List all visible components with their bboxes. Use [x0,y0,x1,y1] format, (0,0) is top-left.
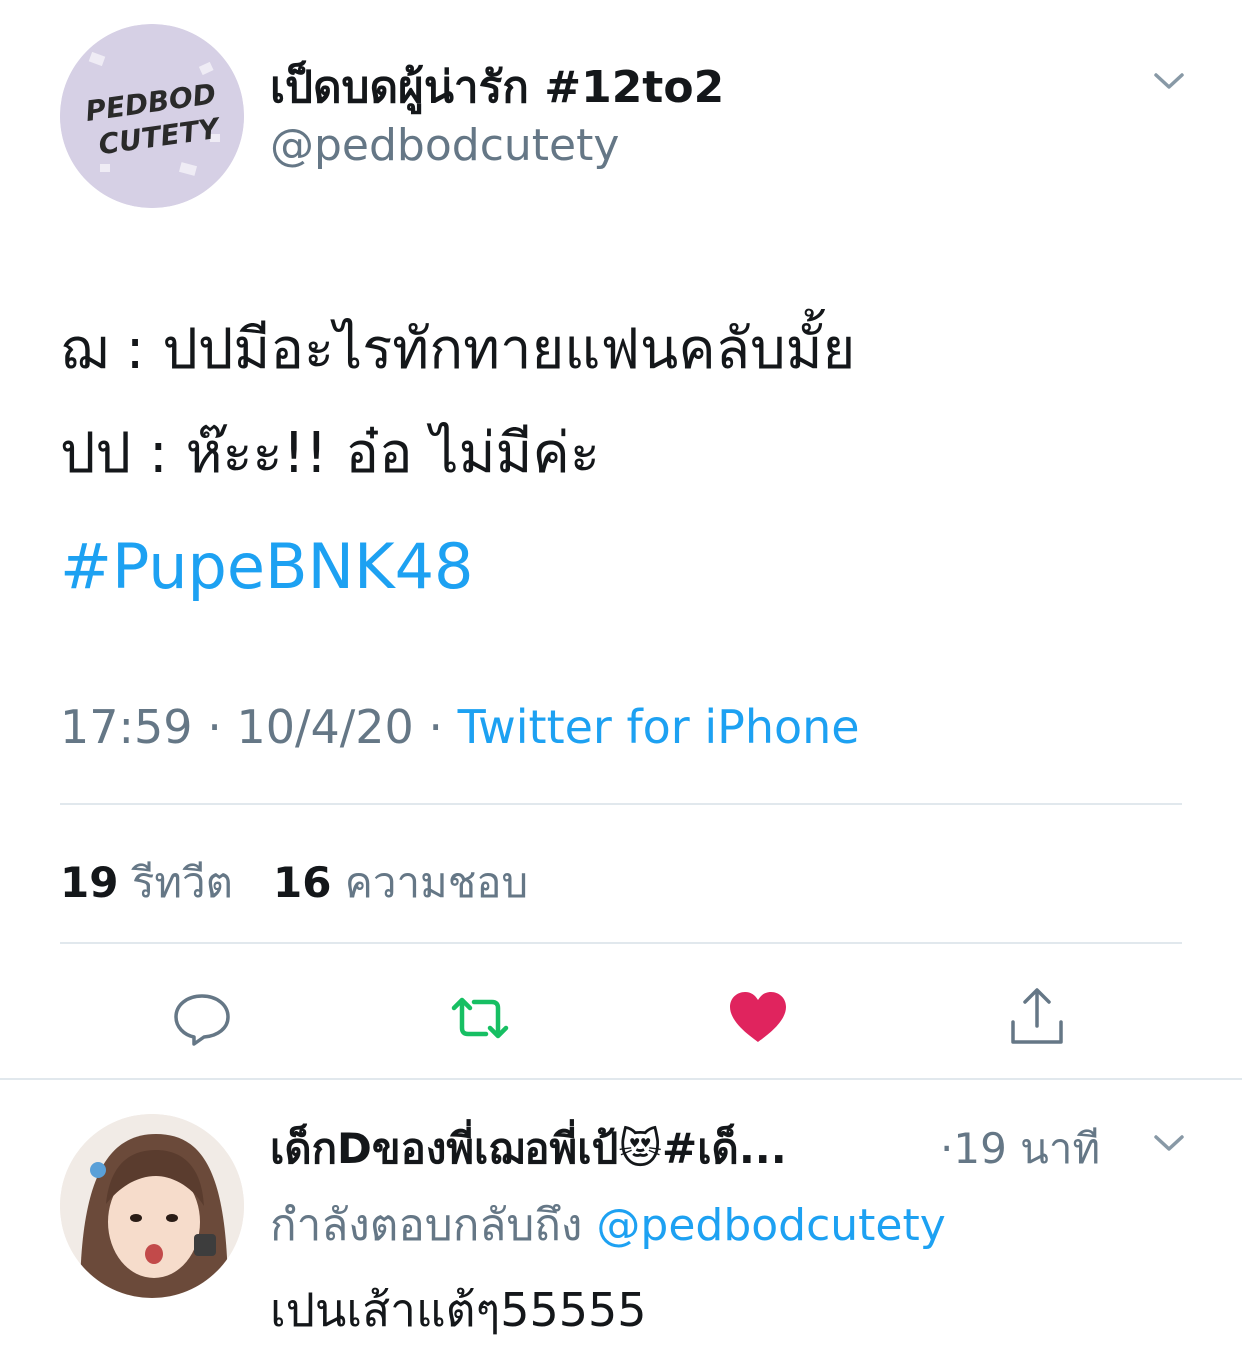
author-display-name[interactable]: เป็ดบดผู้น่ารัก #12to2 [270,52,724,122]
separator: · [428,700,444,754]
separator: · [207,700,222,754]
share-icon[interactable] [1005,986,1069,1050]
reply-author-avatar[interactable] [60,1114,244,1298]
tweet-text: ฌ : ปปมีอะไรทักทายแฟนคลับมั้ย ปป : ห๊ะะ!… [60,298,855,506]
tweet-stats: 19 รีทวีต 16 ความชอบ [60,850,528,916]
tweet-source-link[interactable]: Twitter for iPhone [458,700,860,754]
tweet-text-line: ปป : ห๊ะะ!! อ๋อ ไม่มีค่ะ [60,421,600,486]
tweet-time: 17:59 [60,700,193,754]
reply-timestamp: ·19 นาที [940,1124,1101,1173]
likes-count: 16 [272,858,332,907]
replying-to: กำลังตอบกลับถึง @pedbodcutety [270,1190,946,1260]
retweets-count: 19 [60,858,119,907]
author-avatar[interactable]: PEDBOD CUTETY [60,24,244,208]
retweet-icon[interactable] [448,986,512,1050]
speech-bubble-icon[interactable] [170,986,234,1050]
divider [60,942,1182,944]
retweets-stat[interactable]: 19 รีทวีต [60,858,246,907]
chevron-down-icon[interactable] [1150,1124,1188,1162]
author-handle[interactable]: @pedbodcutety [270,120,619,171]
avatar-photo [60,1114,244,1298]
reply-text: เปนเส้าแต้ๆ55555 [270,1283,647,1337]
tweet-text-line: ฌ : ปปมีอะไรทักทายแฟนคลับมั้ย [60,317,856,382]
tweet-metadata: 17:59 · 10/4/20 · Twitter for iPhone [60,700,860,754]
pedbod-logo: PEDBOD CUTETY [60,24,244,208]
likes-stat[interactable]: 16 ความชอบ [273,858,528,907]
chevron-down-icon[interactable] [1150,62,1188,100]
retweets-label: รีทวีต [131,858,233,907]
replying-mention-link[interactable]: @pedbodcutety [596,1200,945,1251]
reply-author-name[interactable]: เด็กDของพี่เฌอพี่เป้😻#เด็... [270,1116,787,1182]
hashtag-link[interactable]: #PupeBNK48 [60,530,474,603]
heart-icon[interactable] [726,986,790,1050]
replying-prefix: กำลังตอบกลับถึง [270,1200,583,1251]
divider [60,803,1182,805]
divider [0,1078,1242,1080]
tweet-date: 10/4/20 [236,700,414,754]
likes-label: ความชอบ [344,858,529,907]
